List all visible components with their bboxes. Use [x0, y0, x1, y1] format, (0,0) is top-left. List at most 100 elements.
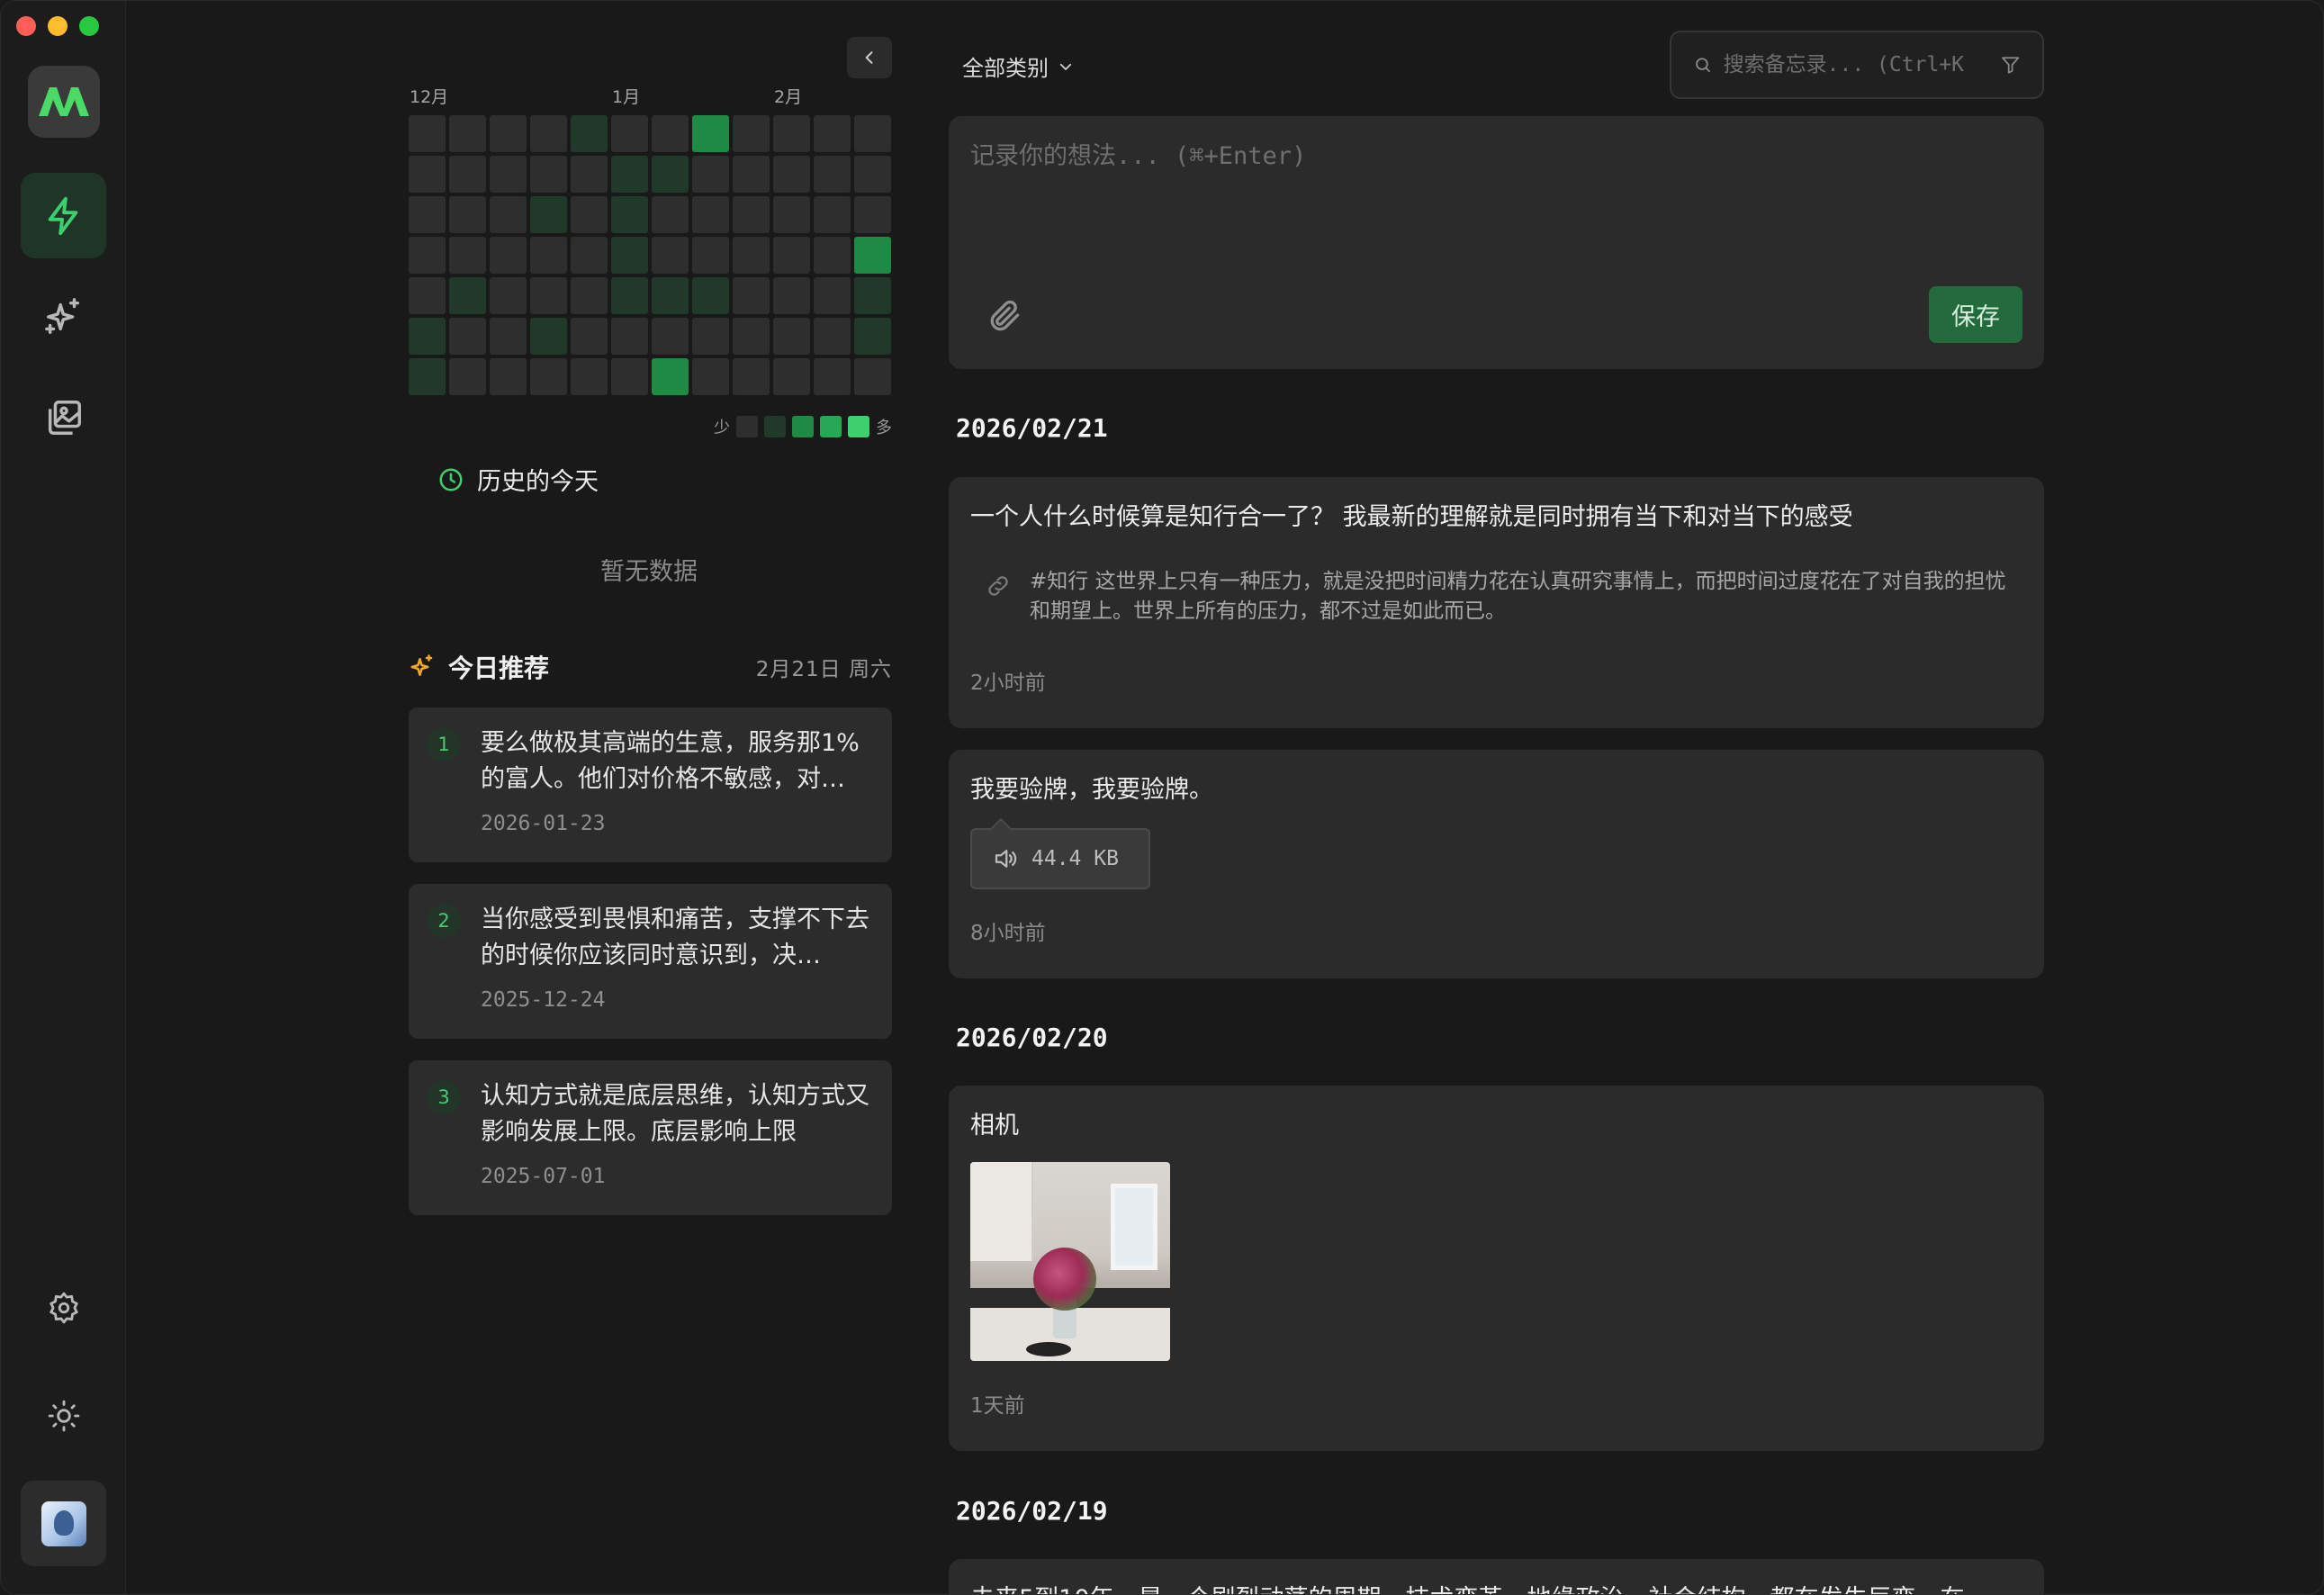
memo-reference[interactable]: #知行 这世界上只有一种压力，就是没把时间精力花在认真研究事情上，而把时间过度花…: [985, 567, 2020, 626]
image-attachment[interactable]: [970, 1162, 1170, 1361]
heatmap-cell[interactable]: [611, 237, 648, 274]
heatmap-cell[interactable]: [773, 237, 810, 274]
heatmap-cell[interactable]: [854, 277, 891, 314]
heatmap-cell[interactable]: [733, 196, 770, 233]
heatmap-cell[interactable]: [814, 156, 851, 193]
memo-input[interactable]: [970, 136, 2014, 262]
heatmap-cell[interactable]: [773, 196, 810, 233]
heatmap-cell[interactable]: [854, 318, 891, 355]
memo-card[interactable]: 相机 1天前: [949, 1086, 2044, 1451]
heatmap-cell[interactable]: [449, 156, 486, 193]
heatmap-cell[interactable]: [449, 277, 486, 314]
heatmap-cell[interactable]: [773, 358, 810, 395]
heatmap-cell[interactable]: [854, 156, 891, 193]
app-logo[interactable]: [28, 66, 100, 138]
heatmap-cell[interactable]: [490, 196, 527, 233]
heatmap-cell[interactable]: [490, 115, 527, 152]
heatmap-cell[interactable]: [449, 115, 486, 152]
memo-card[interactable]: 未来5到10年，是一个剧烈动荡的周期，技术变革、地缘政治、社会结构，都在发生巨变…: [949, 1559, 2044, 1594]
heatmap-cell[interactable]: [530, 196, 567, 233]
heatmap-cell[interactable]: [530, 358, 567, 395]
heatmap-cell[interactable]: [490, 156, 527, 193]
heatmap-cell[interactable]: [652, 156, 689, 193]
heatmap-cell[interactable]: [571, 196, 608, 233]
filter-icon[interactable]: [2000, 52, 2021, 77]
heatmap-cell[interactable]: [530, 115, 567, 152]
paperclip-icon[interactable]: [985, 296, 1024, 336]
nav-ai-sparkles[interactable]: [21, 274, 106, 359]
search-input[interactable]: [1723, 53, 1989, 77]
heatmap-cell[interactable]: [611, 358, 648, 395]
heatmap-cell[interactable]: [490, 358, 527, 395]
heatmap-cell[interactable]: [652, 115, 689, 152]
heatmap-cell[interactable]: [773, 156, 810, 193]
heatmap-cell[interactable]: [733, 358, 770, 395]
heatmap-cell[interactable]: [449, 237, 486, 274]
heatmap-cell[interactable]: [611, 196, 648, 233]
heatmap-cell[interactable]: [571, 358, 608, 395]
heatmap-cell[interactable]: [692, 115, 729, 152]
heatmap-cell[interactable]: [692, 237, 729, 274]
heatmap-cell[interactable]: [611, 156, 648, 193]
heatmap-cell[interactable]: [692, 196, 729, 233]
heatmap-cell[interactable]: [814, 318, 851, 355]
memo-card[interactable]: 我要验牌，我要验牌。 44.4 KB 8小时前: [949, 750, 2044, 978]
heatmap-cell[interactable]: [773, 318, 810, 355]
heatmap-cell[interactable]: [409, 318, 446, 355]
close-window-button[interactable]: [16, 16, 36, 36]
heatmap-cell[interactable]: [490, 277, 527, 314]
heatmap-cell[interactable]: [854, 358, 891, 395]
heatmap-cell[interactable]: [611, 277, 648, 314]
heatmap-cell[interactable]: [773, 115, 810, 152]
maximize-window-button[interactable]: [79, 16, 99, 36]
category-dropdown[interactable]: 全部类别: [962, 50, 1074, 82]
theme-toggle-button[interactable]: [21, 1373, 106, 1458]
heatmap-cell[interactable]: [733, 318, 770, 355]
heatmap-cell[interactable]: [692, 318, 729, 355]
heatmap-cell[interactable]: [409, 277, 446, 314]
collapse-panel-button[interactable]: [847, 37, 892, 78]
heatmap-cell[interactable]: [409, 237, 446, 274]
heatmap-cell[interactable]: [409, 156, 446, 193]
heatmap-cell[interactable]: [854, 196, 891, 233]
heatmap-cell[interactable]: [530, 318, 567, 355]
heatmap-cell[interactable]: [733, 277, 770, 314]
heatmap-cell[interactable]: [652, 277, 689, 314]
heatmap-cell[interactable]: [814, 196, 851, 233]
heatmap-cell[interactable]: [814, 115, 851, 152]
heatmap-cell[interactable]: [571, 237, 608, 274]
heatmap-cell[interactable]: [530, 237, 567, 274]
heatmap-cell[interactable]: [814, 237, 851, 274]
heatmap-cell[interactable]: [611, 318, 648, 355]
heatmap-cell[interactable]: [733, 156, 770, 193]
heatmap-cell[interactable]: [652, 318, 689, 355]
heatmap-cell[interactable]: [530, 156, 567, 193]
heatmap-cell[interactable]: [773, 277, 810, 314]
heatmap-cell[interactable]: [409, 196, 446, 233]
heatmap-cell[interactable]: [571, 318, 608, 355]
heatmap-cell[interactable]: [652, 237, 689, 274]
heatmap-cell[interactable]: [611, 115, 648, 152]
heatmap-cell[interactable]: [814, 358, 851, 395]
recommend-card[interactable]: 3 认知方式就是底层思维，认知方式又影响发展上限。底层影响上限 2025-07-…: [409, 1060, 892, 1215]
heatmap-cell[interactable]: [692, 358, 729, 395]
heatmap-cell[interactable]: [854, 237, 891, 274]
heatmap-cell[interactable]: [571, 156, 608, 193]
heatmap-cell[interactable]: [652, 358, 689, 395]
heatmap-cell[interactable]: [409, 115, 446, 152]
heatmap-cell[interactable]: [490, 318, 527, 355]
heatmap-cell[interactable]: [692, 156, 729, 193]
heatmap-cell[interactable]: [530, 277, 567, 314]
user-avatar[interactable]: [21, 1481, 106, 1566]
heatmap-cell[interactable]: [652, 196, 689, 233]
nav-gallery[interactable]: [21, 374, 106, 460]
heatmap-cell[interactable]: [571, 277, 608, 314]
heatmap-cell[interactable]: [692, 277, 729, 314]
audio-attachment[interactable]: 44.4 KB: [970, 828, 1150, 889]
save-button[interactable]: 保存: [1929, 286, 2022, 343]
recommend-card[interactable]: 2 当你感受到畏惧和痛苦，支撑不下去的时候你应该同时意识到，决… 2025-12…: [409, 884, 892, 1039]
heatmap-cell[interactable]: [449, 318, 486, 355]
heatmap-cell[interactable]: [490, 237, 527, 274]
search-box[interactable]: [1670, 31, 2044, 99]
settings-button[interactable]: [21, 1265, 106, 1350]
